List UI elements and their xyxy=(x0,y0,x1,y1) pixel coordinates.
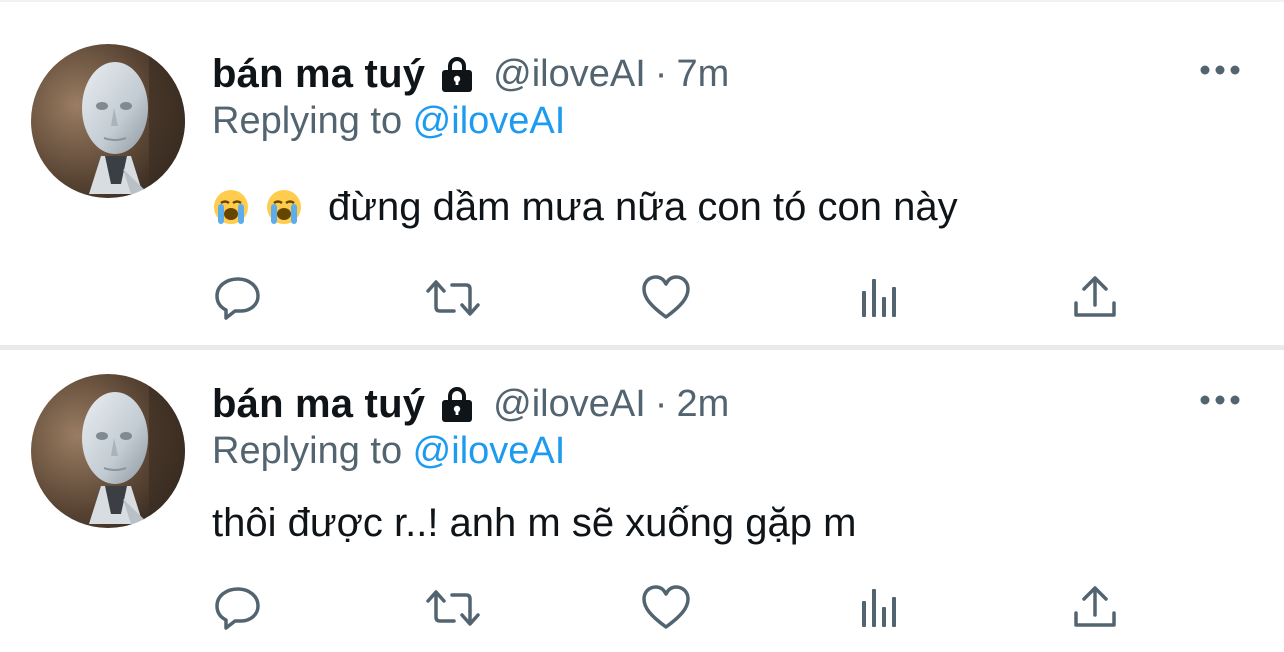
tweet-text-content: đừng dầm mưa nữa con tó con này xyxy=(328,184,958,229)
share-button[interactable] xyxy=(1070,273,1120,323)
user-handle[interactable]: @iloveAI xyxy=(493,383,646,426)
heart-icon xyxy=(642,585,690,629)
share-button[interactable] xyxy=(1070,583,1120,633)
tweet[interactable]: bán ma tuý @iloveAI · 7m Replying to @il… xyxy=(0,0,1284,346)
views-button[interactable] xyxy=(857,583,907,633)
more-options-icon[interactable] xyxy=(1198,392,1242,408)
display-name[interactable]: bán ma tuý xyxy=(212,52,425,97)
tweet-thread: bán ma tuý @iloveAI · 7m Replying to @il… xyxy=(0,0,1284,652)
analytics-icon xyxy=(862,589,896,627)
tweet-text: thôi được r..! anh m sẽ xuống gặp m xyxy=(212,498,856,548)
user-handle[interactable]: @iloveAI xyxy=(493,53,646,96)
share-icon xyxy=(1074,276,1116,317)
replying-to: Replying to @iloveAI xyxy=(212,100,565,143)
replying-prefix: Replying to xyxy=(212,430,413,472)
tweet-actions xyxy=(0,583,1284,633)
like-button[interactable] xyxy=(641,273,691,323)
loudly-crying-face-emoji xyxy=(212,188,250,226)
share-icon xyxy=(1074,586,1116,627)
avatar[interactable] xyxy=(31,44,185,198)
timestamp[interactable]: 7m xyxy=(676,53,729,96)
analytics-icon xyxy=(862,279,896,317)
tweet[interactable]: bán ma tuý @iloveAI · 2m Replying to @il… xyxy=(0,350,1284,652)
like-button[interactable] xyxy=(641,583,691,633)
retweet-icon xyxy=(426,590,480,626)
retweet-icon xyxy=(426,280,480,316)
display-name[interactable]: bán ma tuý xyxy=(212,382,425,427)
replying-handle-link[interactable]: @iloveAI xyxy=(413,430,566,472)
timestamp[interactable]: 2m xyxy=(676,383,729,426)
separator-dot: · xyxy=(654,52,668,95)
retweet-button[interactable] xyxy=(426,273,480,323)
lock-icon xyxy=(437,54,477,94)
reply-icon xyxy=(215,277,260,320)
lock-icon xyxy=(437,384,477,424)
replying-prefix: Replying to xyxy=(212,100,413,142)
tweet-text-content: thôi được r..! anh m sẽ xuống gặp m xyxy=(212,500,857,545)
replying-to: Replying to @iloveAI xyxy=(212,430,565,473)
heart-icon xyxy=(642,275,690,319)
reply-icon xyxy=(215,587,260,630)
retweet-button[interactable] xyxy=(426,583,480,633)
tweet-header: bán ma tuý @iloveAI · 2m xyxy=(212,379,729,429)
replying-handle-link[interactable]: @iloveAI xyxy=(413,100,566,142)
tweet-text: đừng dầm mưa nữa con tó con này xyxy=(212,182,958,232)
more-options-icon[interactable] xyxy=(1198,62,1242,78)
avatar[interactable] xyxy=(31,374,185,528)
tweet-actions xyxy=(0,273,1284,323)
views-button[interactable] xyxy=(857,273,907,323)
reply-button[interactable] xyxy=(213,583,263,633)
reply-button[interactable] xyxy=(213,273,263,323)
separator-dot: · xyxy=(654,382,668,425)
loudly-crying-face-emoji xyxy=(265,188,303,226)
tweet-header: bán ma tuý @iloveAI · 7m xyxy=(212,49,729,99)
